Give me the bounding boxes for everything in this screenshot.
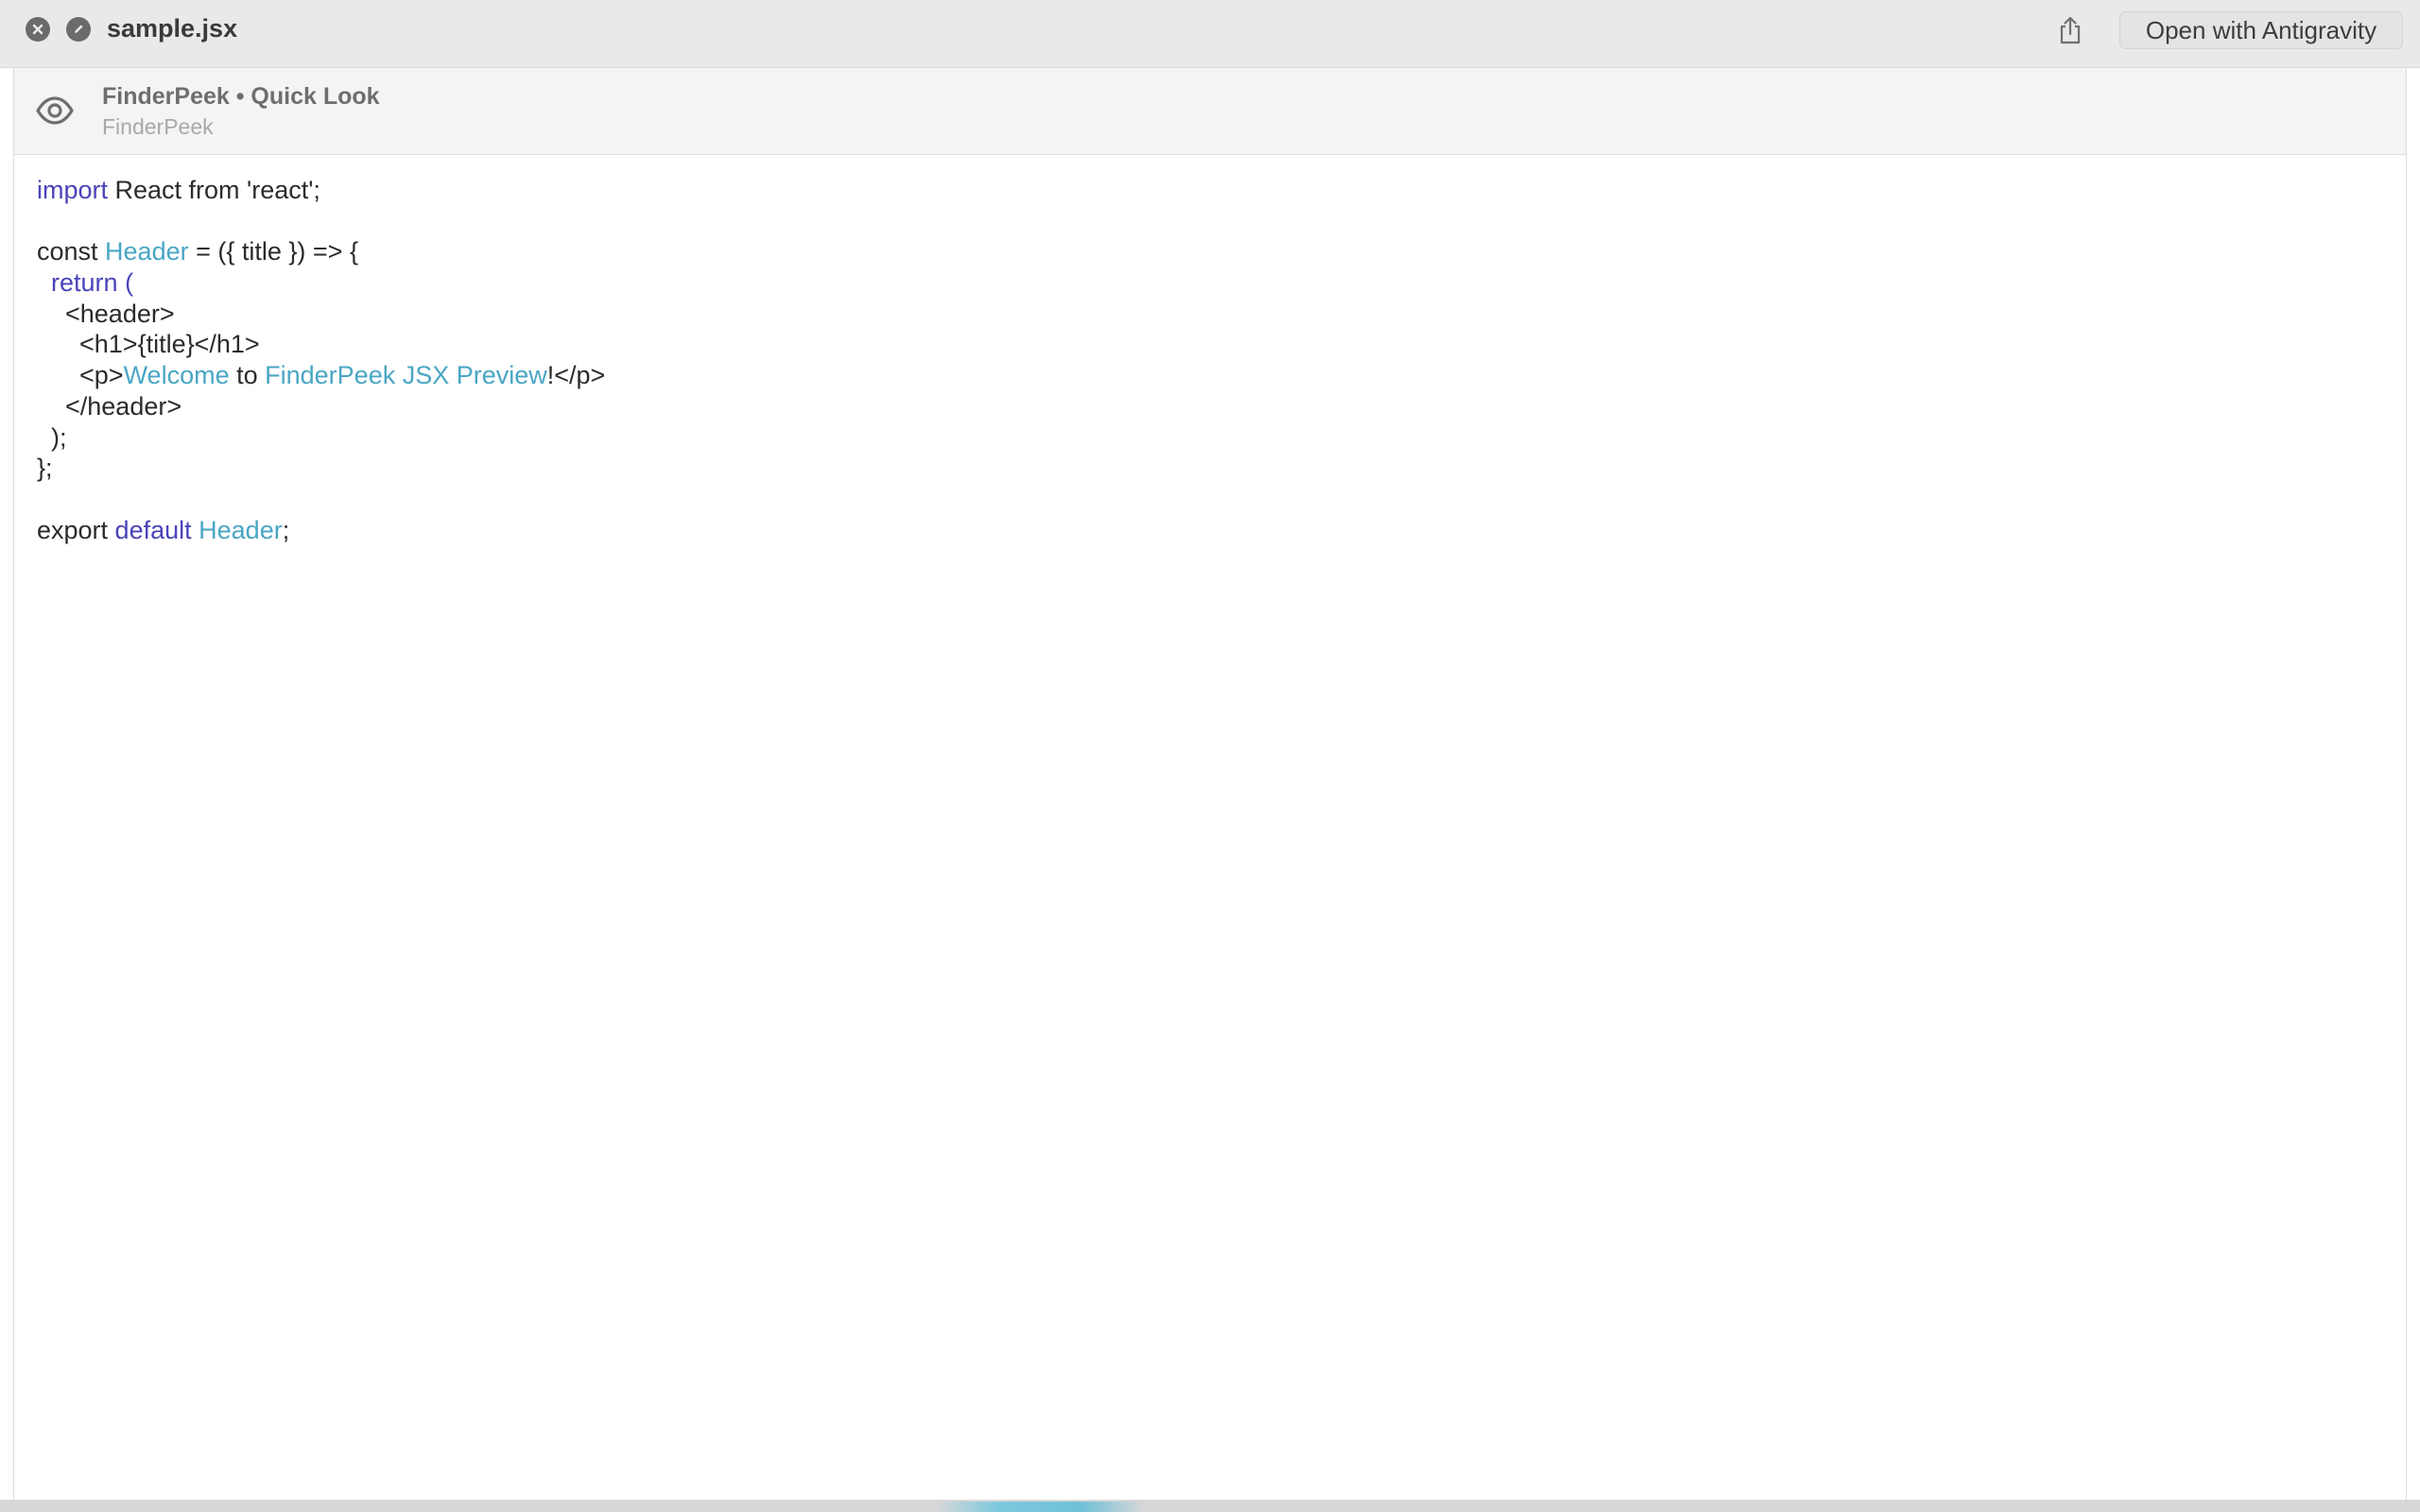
preview-title: FinderPeek • Quick Look — [102, 83, 380, 110]
dock-highlight — [936, 1502, 1144, 1512]
code-token-plain: }; — [37, 454, 53, 483]
code-line: }; — [37, 453, 605, 484]
code-line: ​ — [37, 484, 605, 515]
code-token-plain: <header> — [37, 299, 175, 328]
code-token-plain: <p> — [37, 361, 124, 390]
share-icon — [2060, 16, 2081, 44]
window-title: sample.jsx — [107, 14, 238, 43]
preview-subtitle: FinderPeek — [102, 114, 214, 139]
code-token-plain: </header> — [37, 391, 182, 421]
code-line: <header> — [37, 299, 605, 330]
code-token-type: Header — [105, 237, 189, 266]
code-view: import React from 'react';​const Header … — [37, 175, 605, 545]
markup-button[interactable] — [66, 17, 91, 42]
code-line: import React from 'react'; — [37, 175, 605, 206]
code-line: </header> — [37, 391, 605, 422]
code-line: return ( — [37, 267, 605, 299]
code-token-keyword: ( — [117, 268, 134, 298]
quick-look-window: sample.jsx Open with Antigravity FinderP… — [0, 0, 2420, 1512]
eye-icon — [36, 96, 74, 125]
code-line: const Header = ({ title }) => { — [37, 236, 605, 267]
code-token-plain: export — [37, 515, 115, 544]
open-with-button[interactable]: Open with Antigravity — [2119, 11, 2403, 49]
code-token-plain: <h1>{title}</h1> — [37, 330, 260, 359]
code-token-type: Welcome — [123, 361, 230, 390]
code-token-plain: ); — [37, 422, 67, 452]
window-bottom-edge — [0, 1500, 2420, 1512]
code-token-type: Header — [199, 515, 283, 544]
preview-header: FinderPeek • Quick Look FinderPeek — [14, 68, 2406, 155]
code-line: export default Header; — [37, 515, 605, 546]
code-token-plain: to — [229, 361, 266, 390]
title-bar: sample.jsx Open with Antigravity — [0, 0, 2420, 68]
close-button[interactable] — [26, 17, 50, 42]
code-line: ); — [37, 422, 605, 454]
code-token-plain: const — [37, 237, 106, 266]
code-token-type: FinderPeek JSX Preview — [265, 361, 547, 390]
markup-icon — [75, 25, 83, 33]
code-token-plain: = ({ title }) => { — [188, 237, 358, 266]
share-button[interactable] — [2053, 13, 2087, 47]
code-token-keyword: import — [37, 176, 109, 204]
preview-frame: FinderPeek • Quick Look FinderPeek impor… — [13, 68, 2407, 1500]
code-token-plain: ; — [282, 515, 290, 544]
code-line: <p>Welcome to FinderPeek JSX Preview!</p… — [37, 360, 605, 391]
code-token-plain: React from 'react'; — [108, 176, 320, 204]
close-icon — [32, 24, 43, 35]
code-line: <h1>{title}</h1> — [37, 329, 605, 360]
code-token-keyword: default — [114, 515, 192, 544]
code-token-keyword: return — [51, 268, 118, 298]
code-token-plain: !</p> — [546, 361, 606, 390]
code-line: ​ — [37, 206, 605, 237]
